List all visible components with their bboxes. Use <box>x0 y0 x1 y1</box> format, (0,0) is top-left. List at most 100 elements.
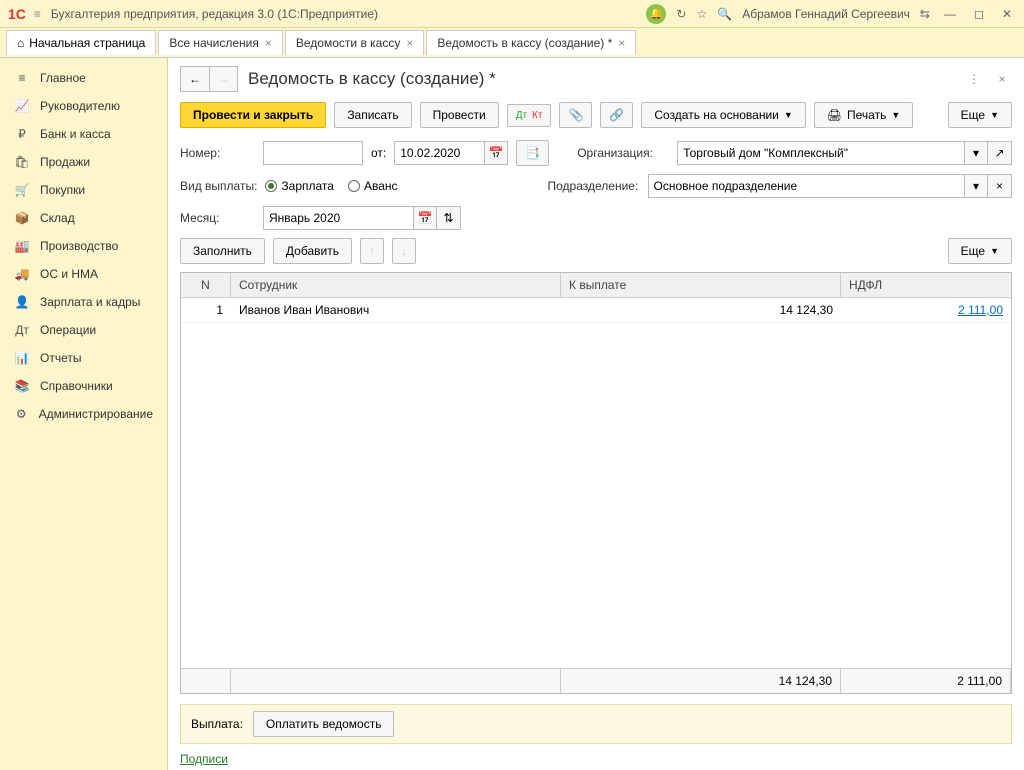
sidebar-item-label: Справочники <box>40 379 113 393</box>
close-icon[interactable]: × <box>406 36 413 50</box>
tab-home[interactable]: ⌂ Начальная страница <box>6 30 156 55</box>
chevron-down-icon: ▼ <box>784 110 793 120</box>
sidebar-item-operations[interactable]: ДтОперации <box>0 316 167 344</box>
table-row[interactable]: 1 Иванов Иван Иванович 14 124,30 2 111,0… <box>181 298 1011 323</box>
tab-all-accruals[interactable]: Все начисления × <box>158 30 283 55</box>
sidebar: ≡Главное 📈 Руководителю ₽Банк и касса 🛍Пр… <box>0 58 168 770</box>
close-page-icon[interactable]: × <box>992 69 1012 89</box>
close-icon[interactable]: × <box>618 36 625 50</box>
signatures-link[interactable]: Подписи <box>180 752 228 766</box>
month-input[interactable] <box>263 206 413 230</box>
create-based-button[interactable]: Создать на основании ▼ <box>641 102 805 128</box>
user-menu-icon[interactable]: ⇆ <box>920 7 930 21</box>
move-up-button[interactable]: ↑ <box>360 238 384 264</box>
page-title: Ведомость в кассу (создание) * <box>248 69 496 89</box>
close-icon[interactable]: × <box>265 36 272 50</box>
date-helper-button[interactable]: 📑 <box>516 140 549 166</box>
close-window-icon[interactable]: ✕ <box>998 7 1016 21</box>
sidebar-item-label: Банк и касса <box>40 127 111 141</box>
book-icon: 📚 <box>14 379 30 393</box>
tab-label: Ведомости в кассу <box>296 36 400 50</box>
col-n[interactable]: N <box>181 273 231 297</box>
sidebar-item-manager[interactable]: 📈 Руководителю <box>0 92 167 120</box>
dt-icon: Дт <box>14 323 30 337</box>
printer-icon: 🖨 <box>827 108 842 122</box>
col-employee[interactable]: Сотрудник <box>231 273 561 297</box>
btn-label: Еще <box>961 108 985 122</box>
org-input[interactable] <box>677 141 964 165</box>
write-button[interactable]: Записать <box>334 102 411 128</box>
btn-label: Еще <box>961 244 985 258</box>
menu-icon[interactable]: ≡ <box>34 7 41 21</box>
spinner-icon[interactable]: ⇅ <box>437 206 461 230</box>
attach-button[interactable]: 📎 <box>559 102 592 128</box>
sidebar-item-production[interactable]: 🏭Производство <box>0 232 167 260</box>
sidebar-item-hr[interactable]: 👤Зарплата и кадры <box>0 288 167 316</box>
dept-input[interactable] <box>648 174 964 198</box>
number-label: Номер: <box>180 146 255 160</box>
content-area: ← → Ведомость в кассу (создание) * ⋮ × П… <box>168 58 1024 770</box>
calendar-icon[interactable]: 📅 <box>413 206 437 230</box>
more-menu-icon[interactable]: ⋮ <box>964 69 984 89</box>
link-button[interactable]: 🔗 <box>600 102 633 128</box>
date-input[interactable] <box>394 141 484 165</box>
radio-advance[interactable]: Аванс <box>348 179 398 193</box>
calendar-icon[interactable]: 📅 <box>484 141 508 165</box>
radio-salary[interactable]: Зарплата <box>265 179 334 193</box>
tab-label: Все начисления <box>169 36 259 50</box>
sidebar-item-main[interactable]: ≡Главное <box>0 64 167 92</box>
post-and-close-button[interactable]: Провести и закрыть <box>180 102 326 128</box>
tax-link[interactable]: 2 111,00 <box>958 303 1003 317</box>
add-button[interactable]: Добавить <box>273 238 352 264</box>
tab-statement-create[interactable]: Ведомость в кассу (создание) * × <box>426 30 636 55</box>
star-icon[interactable]: ☆ <box>696 7 707 21</box>
factory-icon: 🏭 <box>14 239 30 253</box>
btn-label: Создать на основании <box>654 108 779 122</box>
chart-icon: 📈 <box>14 99 30 113</box>
sidebar-item-label: Продажи <box>40 155 90 169</box>
user-name[interactable]: Абрамов Геннадий Сергеевич <box>742 7 910 21</box>
col-tax[interactable]: НДФЛ <box>841 273 1011 297</box>
more-button[interactable]: Еще▼ <box>948 102 1012 128</box>
tab-statements[interactable]: Ведомости в кассу × <box>285 30 424 55</box>
radio-label: Аванс <box>364 179 398 193</box>
forward-button[interactable]: → <box>209 67 237 91</box>
open-icon[interactable]: ↗ <box>988 141 1012 165</box>
sidebar-item-label: Руководителю <box>40 99 120 113</box>
sidebar-item-warehouse[interactable]: 📦Склад <box>0 204 167 232</box>
sidebar-item-bank[interactable]: ₽Банк и касса <box>0 120 167 148</box>
fill-button[interactable]: Заполнить <box>180 238 265 264</box>
print-button[interactable]: 🖨Печать▼ <box>814 102 913 128</box>
maximize-icon[interactable]: ◻ <box>970 7 988 21</box>
sidebar-item-sales[interactable]: 🛍Продажи <box>0 148 167 176</box>
sidebar-item-label: Склад <box>40 211 75 225</box>
app-logo: 1C <box>8 6 26 22</box>
dropdown-icon[interactable]: ▾ <box>964 141 988 165</box>
person-icon: 👤 <box>14 295 30 309</box>
sidebar-item-reports[interactable]: 📊Отчеты <box>0 344 167 372</box>
number-input[interactable] <box>263 141 363 165</box>
nav-buttons: ← → <box>180 66 238 92</box>
table-more-button[interactable]: Еще▼ <box>948 238 1012 264</box>
pay-statement-button[interactable]: Оплатить ведомость <box>253 711 395 737</box>
search-icon[interactable]: 🔍 <box>717 7 732 21</box>
sidebar-item-admin[interactable]: ⚙Администрирование <box>0 400 167 428</box>
clear-icon[interactable]: × <box>988 174 1012 198</box>
menu-icon: ≡ <box>14 71 30 85</box>
paytype-label: Вид выплаты: <box>180 179 257 193</box>
minimize-icon[interactable]: — <box>940 7 960 21</box>
post-button[interactable]: Провести <box>420 102 499 128</box>
back-button[interactable]: ← <box>181 67 209 91</box>
sidebar-item-assets[interactable]: 🚚ОС и НМА <box>0 260 167 288</box>
employees-table: N Сотрудник К выплате НДФЛ 1 Иванов Иван… <box>180 272 1012 694</box>
history-icon[interactable]: ↻ <box>676 7 686 21</box>
sidebar-item-label: Администрирование <box>39 407 153 421</box>
move-down-button[interactable]: ↓ <box>392 238 416 264</box>
dt-kt-button[interactable]: ДтКт <box>507 104 552 127</box>
sidebar-item-purchases[interactable]: 🛒Покупки <box>0 176 167 204</box>
bell-icon[interactable]: 🔔 <box>646 4 666 24</box>
tab-label: Ведомость в кассу (создание) * <box>437 36 612 50</box>
dropdown-icon[interactable]: ▾ <box>964 174 988 198</box>
sidebar-item-catalogs[interactable]: 📚 Справочники <box>0 372 167 400</box>
col-topay[interactable]: К выплате <box>561 273 841 297</box>
